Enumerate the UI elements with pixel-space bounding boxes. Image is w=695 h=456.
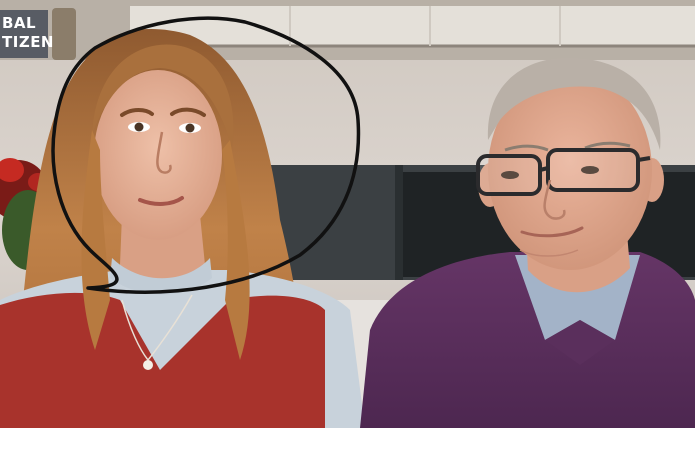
photo-scene [0, 0, 695, 428]
logo-line-2: TIZEN [2, 33, 54, 51]
logo-line-1: BAL [2, 14, 37, 32]
photo: BAL TIZEN [0, 0, 695, 428]
shelf-panel [130, 6, 695, 46]
channel-logo: BAL TIZEN [0, 10, 54, 58]
shelf-vase [52, 8, 76, 60]
bottom-strip [0, 428, 695, 456]
